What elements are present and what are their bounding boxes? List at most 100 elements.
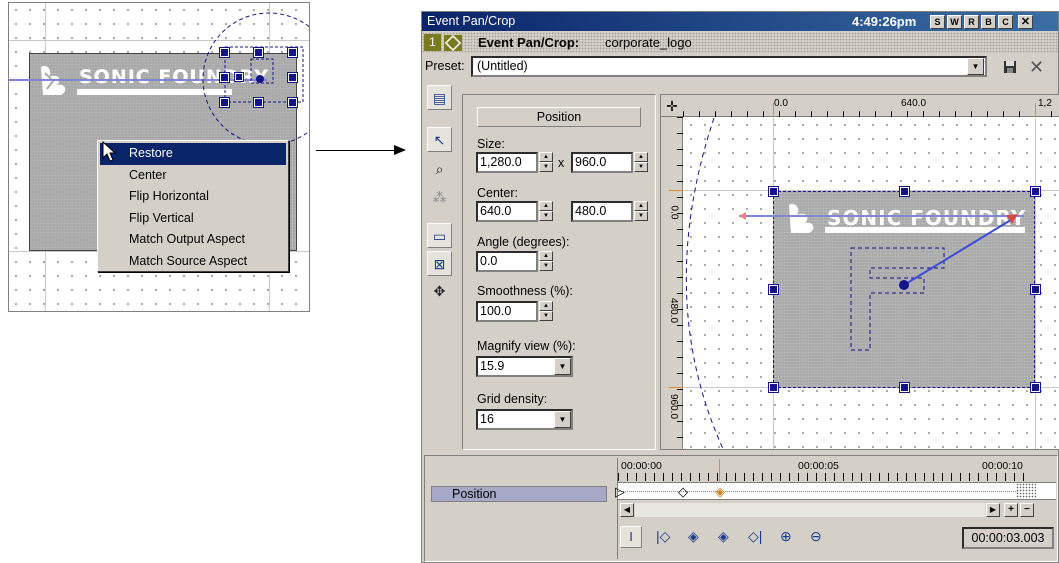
scroll-right-icon[interactable]: ▶ (986, 503, 1000, 517)
angle-label: Angle (degrees): (477, 235, 570, 249)
menu-item-restore[interactable]: Restore (100, 143, 286, 165)
ruler-left: 0.0 480.0 960.0 (661, 117, 683, 449)
title-button-w[interactable]: W (947, 15, 962, 29)
scroll-left-icon[interactable]: ◀ (620, 503, 634, 517)
zoom-in-icon[interactable]: + (1004, 503, 1018, 517)
keyframe-icon[interactable]: ◈ (715, 484, 725, 500)
crop-handle[interactable] (253, 97, 264, 108)
prev-keyframe-icon[interactable]: ◈ (688, 528, 699, 545)
menu-item-flip-vertical[interactable]: Flip Vertical (100, 208, 286, 230)
center-y-input[interactable]: 480.0 (571, 201, 633, 222)
ruler-marker (773, 103, 774, 117)
timeline-ruler: 00:00:00 00:00:05 00:00:10 (618, 458, 1056, 482)
size-width-input[interactable]: 1,280.0 (476, 152, 538, 173)
scroll-track[interactable] (635, 503, 985, 517)
title-button-s[interactable]: S (930, 15, 945, 29)
smoothness-spinner[interactable]: ▲ ▼ (539, 301, 553, 322)
track-position[interactable]: Position (431, 486, 607, 502)
crop-handle[interactable] (219, 47, 230, 58)
crop-handle[interactable] (253, 47, 264, 58)
zoom-icon[interactable]: ⌕ (427, 157, 452, 182)
first-keyframe-icon[interactable]: |◇ (656, 528, 670, 545)
menu-item-match-source-aspect[interactable]: Match Source Aspect (100, 251, 286, 273)
title-bar: Event Pan/Crop 4:49:26pm S W R B C ✕ (422, 12, 1058, 31)
center-x-spinner[interactable]: ▲ ▼ (539, 201, 553, 222)
time-label: 00:00:05 (798, 460, 839, 472)
edit-tool-icon[interactable]: ⁂ (427, 185, 452, 210)
size-height-input[interactable]: 960.0 (571, 152, 633, 173)
track-list: Position (427, 458, 613, 559)
zoom-out-icon[interactable]: − (1020, 503, 1034, 517)
size-width-spinner[interactable]: ▲ ▼ (539, 152, 553, 173)
move-icon[interactable]: ✥ (427, 279, 452, 304)
keyframe-track[interactable]: ▷ ◇ ◈ (615, 459, 1056, 500)
arrow-line (316, 150, 398, 151)
time-label: 00:00:00 (621, 460, 662, 472)
save-icon[interactable] (1003, 60, 1017, 77)
preset-select[interactable]: (Untitled) (471, 56, 987, 77)
crop-handle[interactable] (768, 284, 779, 295)
size-height-spinner[interactable]: ▲ ▼ (634, 152, 648, 173)
keyframe-icon[interactable]: ◇ (678, 484, 688, 500)
crop-handle[interactable] (899, 382, 910, 393)
crop-handle[interactable] (1030, 186, 1041, 197)
crop-handle[interactable] (1030, 284, 1041, 295)
crop-handle[interactable] (899, 186, 910, 197)
crop-handle[interactable] (219, 97, 230, 108)
crosshair-icon[interactable]: ✛ (663, 97, 681, 115)
center-x-input[interactable]: 640.0 (476, 201, 538, 222)
end-marker (1016, 483, 1036, 499)
preset-label: Preset: (425, 59, 465, 73)
angle-input[interactable]: 0.0 (476, 251, 538, 272)
center-y-spinner[interactable]: ▲ ▼ (634, 201, 648, 222)
crop-handle[interactable] (287, 47, 298, 58)
menu-item-center[interactable]: Center (100, 165, 286, 187)
add-keyframe-icon[interactable]: ⊕ (780, 528, 792, 545)
last-keyframe-icon[interactable]: ◇| (748, 528, 762, 545)
svg-text:SONIC FOUNDRY: SONIC FOUNDRY (827, 206, 1026, 230)
normal-edit-icon[interactable]: ▭ (427, 223, 452, 248)
ruler-top: 0.0 640.0 1,2 (661, 95, 1059, 117)
pan-crop-icon (444, 34, 462, 52)
timeline-scrollbar[interactable]: ◀ ▶ + − (618, 502, 1056, 518)
clock: 4:49:26pm (852, 14, 917, 29)
menu-item-match-output-aspect[interactable]: Match Output Aspect (100, 229, 286, 251)
title-button-b[interactable]: B (981, 15, 996, 29)
crop-handle[interactable] (768, 186, 779, 197)
center-label: Center: (477, 186, 518, 200)
properties-icon[interactable]: ▤ (427, 85, 452, 110)
next-keyframe-icon[interactable]: ◈ (718, 528, 729, 545)
crop-handle[interactable] (234, 72, 244, 82)
pan-crop-window: Event Pan/Crop 4:49:26pm S W R B C ✕ 1 E… (421, 11, 1059, 563)
window-title: Event Pan/Crop (427, 14, 516, 28)
crop-handle[interactable] (768, 382, 779, 393)
sync-cursor-icon[interactable]: I (620, 526, 642, 548)
angle-spinner[interactable]: ▲ ▼ (539, 251, 553, 272)
menu-item-flip-horizontal[interactable]: Flip Horizontal (100, 186, 286, 208)
title-button-r[interactable]: R (964, 15, 979, 29)
chevron-down-icon[interactable]: ▼ (967, 58, 984, 75)
pointer-icon[interactable]: ↖ (427, 127, 452, 152)
keyframe-icon[interactable]: ▷ (615, 484, 625, 500)
crop-handle[interactable] (219, 72, 230, 83)
timecode-display: 00:00:03.003 (962, 527, 1054, 549)
mouse-cursor-icon (102, 141, 117, 162)
smoothness-input[interactable]: 100.0 (476, 301, 538, 322)
pan-crop-canvas[interactable]: 0.0 640.0 1,2 ✛ 0.0 480.0 960.0 SONIC FO… (660, 94, 1059, 450)
size-separator: x (558, 156, 565, 170)
crop-handle[interactable] (287, 97, 298, 108)
lock-aspect-icon[interactable]: ⊠ (427, 251, 452, 276)
ruler-top-label: 1,2 (1038, 98, 1052, 109)
chevron-down-icon[interactable]: ▼ (554, 358, 571, 375)
title-button-c[interactable]: C (998, 15, 1013, 29)
remove-keyframe-icon[interactable]: ⊖ (810, 528, 822, 545)
delete-icon[interactable]: ✕ (1029, 57, 1044, 78)
tool-strip: ▤ ↖ ⌕ ⁂ ▭ ⊠ ✥ (423, 85, 457, 455)
crop-handle[interactable] (1030, 382, 1041, 393)
chevron-down-icon[interactable]: ▼ (554, 411, 571, 428)
plot-area[interactable]: SONIC FOUNDRY (684, 118, 1059, 449)
ruler-marker (669, 387, 683, 388)
arrow-head-icon (394, 145, 406, 155)
close-icon[interactable]: ✕ (1018, 15, 1033, 29)
crop-handle[interactable] (287, 72, 298, 83)
